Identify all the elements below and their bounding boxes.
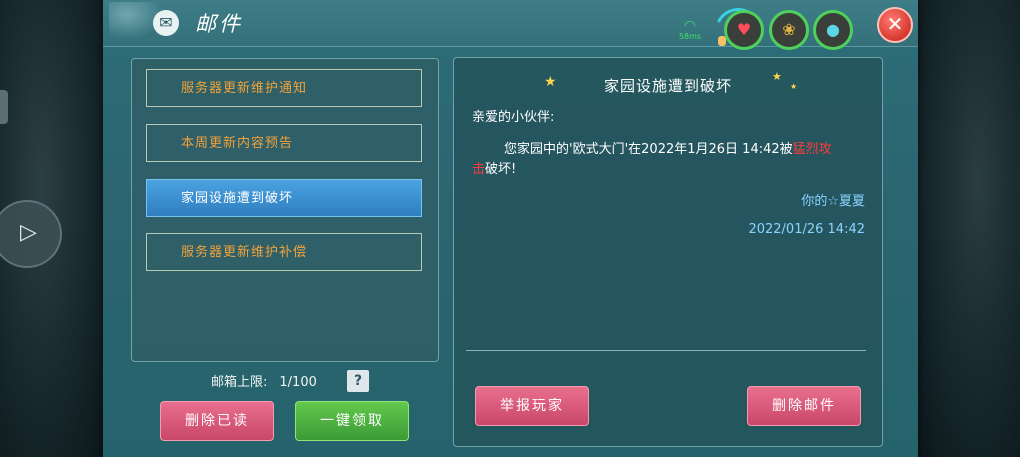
mail-body-warning: 击 xyxy=(472,162,486,177)
list-item[interactable]: 服务器更新维护通知 xyxy=(146,69,422,107)
wifi-icon: ◠ xyxy=(683,18,697,34)
mail-body: 您家园中的'欧式大门'在2022年1月26日 14:42被猛烈攻击破坏! xyxy=(472,140,870,180)
ping-readout: 58ms xyxy=(678,32,702,41)
help-button[interactable]: ? xyxy=(347,370,369,392)
list-item[interactable]: 服务器更新维护补偿 xyxy=(146,233,422,271)
scene-background-right xyxy=(916,0,1020,457)
mail-body-text: 您家园中的'欧式大门'在2022年1月26日 14:42被 xyxy=(504,142,793,157)
mailbox-quota: 邮箱上限: 1/100 xyxy=(211,371,317,390)
mail-greeting: 亲爱的小伙伴: xyxy=(472,110,555,125)
list-item-selected[interactable]: 家园设施遭到破坏 xyxy=(146,179,422,217)
panel-header: ✉ 邮件 ◠ 58ms ♥ ❀ ● ✕ xyxy=(103,0,918,61)
close-button[interactable]: ✕ xyxy=(877,7,913,43)
list-item[interactable]: 本周更新内容预告 xyxy=(146,124,422,162)
mail-detail: ★ ★ ★ 家园设施遭到破坏 亲爱的小伙伴: 您家园中的'欧式大门'在2022年… xyxy=(453,57,883,447)
hunger-food-icon[interactable]: ❀ xyxy=(769,10,809,50)
delete-read-button[interactable]: 删除已读 xyxy=(160,401,274,441)
mail-body-text: 破坏! xyxy=(485,162,517,177)
mail-icon: ✉ xyxy=(153,10,179,36)
delete-mail-button[interactable]: 删除邮件 xyxy=(747,386,861,426)
health-heart-icon[interactable]: ♥ xyxy=(724,10,764,50)
mail-body-warning: 猛烈攻 xyxy=(792,142,832,157)
mail-signature: 你的☆夏夏 xyxy=(801,194,865,209)
play-icon: ▷ xyxy=(20,220,37,245)
claim-all-button[interactable]: 一键领取 xyxy=(295,401,409,441)
mail-title: 家园设施遭到破坏 xyxy=(603,77,732,95)
divider xyxy=(466,350,866,351)
thirst-water-icon[interactable]: ● xyxy=(813,10,853,50)
network-signal: ◠ 58ms xyxy=(675,18,705,46)
edge-handle[interactable] xyxy=(0,90,8,124)
quota-label: 邮箱上限: xyxy=(211,375,268,390)
mail-list: 服务器更新维护通知 本周更新内容预告 家园设施遭到破坏 服务器更新维护补偿 xyxy=(131,58,439,362)
mail-panel: ✉ 邮件 ◠ 58ms ♥ ❀ ● ✕ 服务器更新维护通知 本周更新内容预告 家… xyxy=(103,0,918,457)
page-title: 邮件 xyxy=(195,12,243,36)
quota-value: 1/100 xyxy=(279,375,317,390)
mail-date: 2022/01/26 14:42 xyxy=(748,222,865,237)
report-player-button[interactable]: 举报玩家 xyxy=(475,386,589,426)
